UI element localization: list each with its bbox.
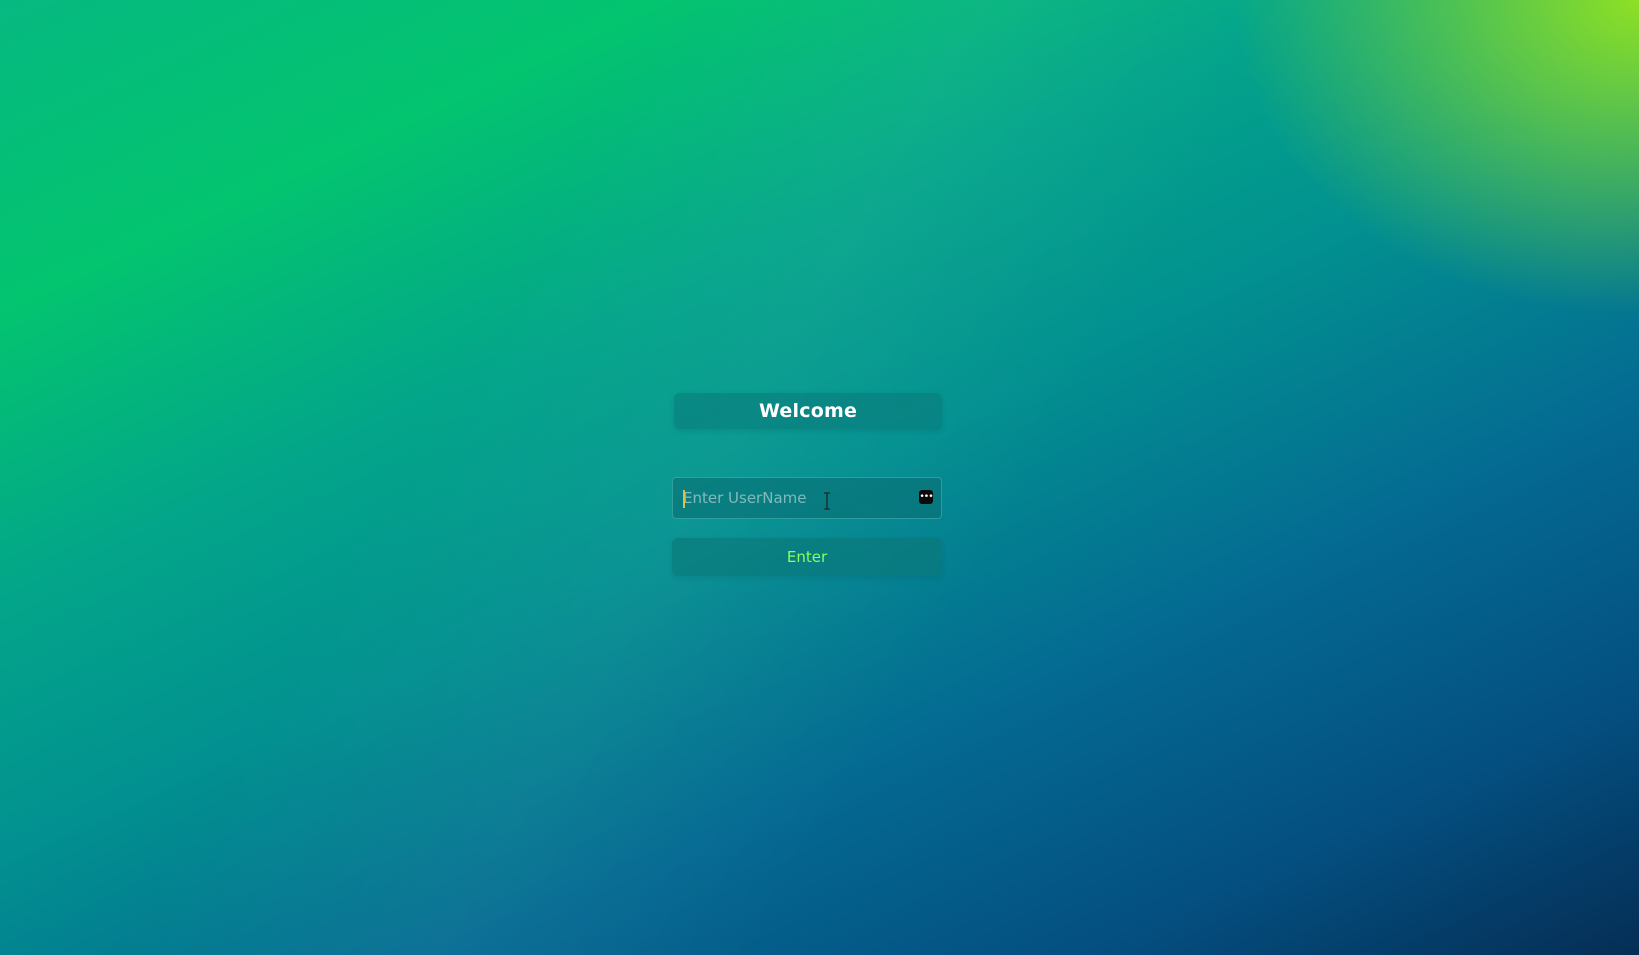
text-caret	[683, 490, 685, 508]
login-page: { "login": { "title": "Welcome", "userna…	[0, 0, 1639, 955]
page-title: Welcome	[758, 400, 858, 422]
password-manager-key-icon[interactable]: •••	[919, 490, 934, 504]
username-field[interactable]: •••	[672, 477, 942, 519]
enter-button[interactable]: Enter	[672, 538, 942, 576]
username-input[interactable]	[683, 478, 903, 518]
text-cursor-icon	[824, 492, 830, 510]
welcome-header: Welcome	[674, 393, 942, 429]
